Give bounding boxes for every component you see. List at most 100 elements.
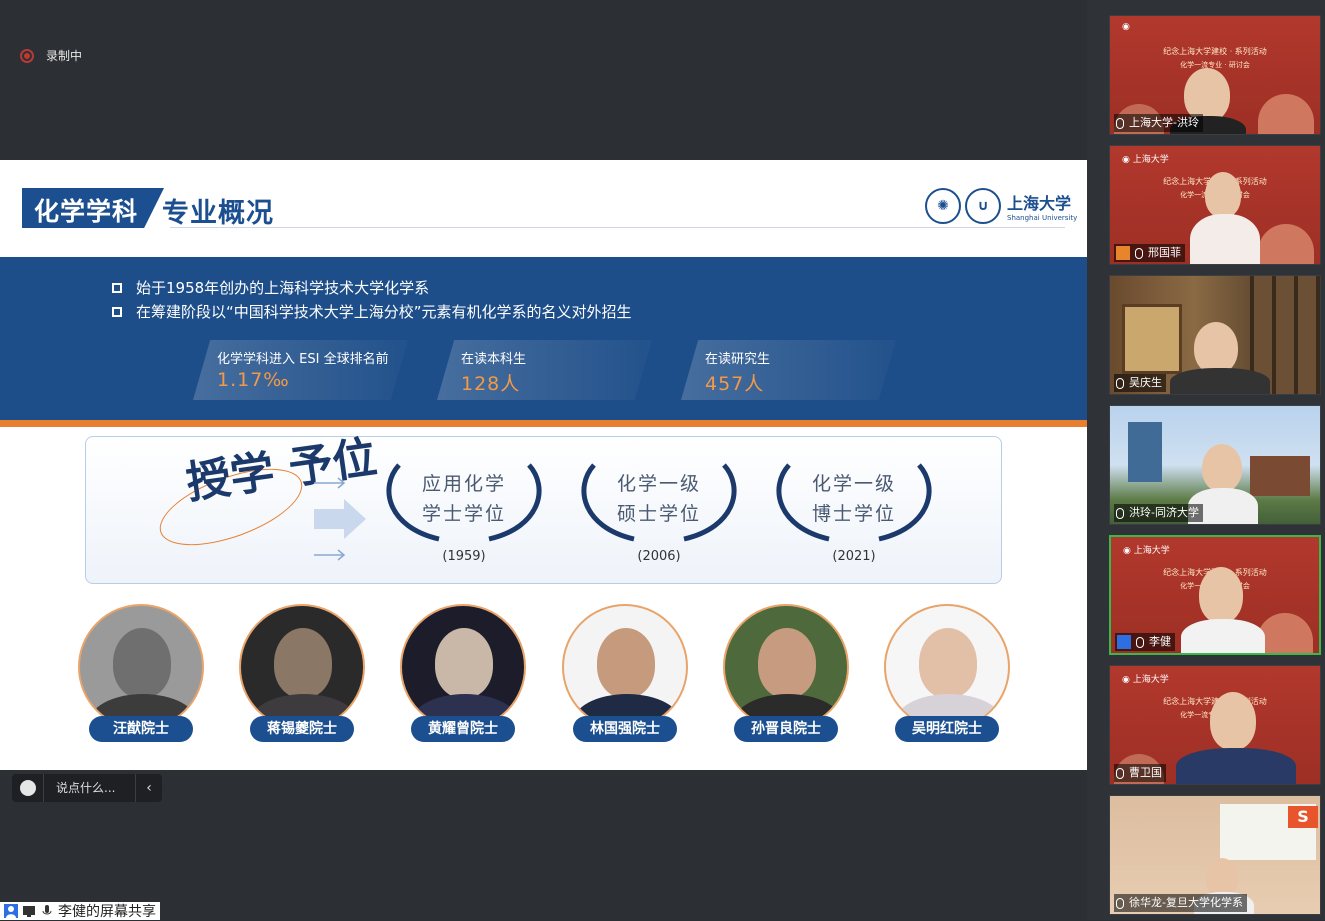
academician-card: 黄耀曾院士 (398, 604, 528, 742)
participant-tile[interactable]: S 徐华龙-复旦大学化学系 (1109, 795, 1321, 915)
academician-name: 汪猷院士 (89, 716, 193, 742)
participant-label: 洪玲-同济大学 (1114, 504, 1203, 522)
academician-name: 孙晋良院士 (734, 716, 838, 742)
participant-tile-active[interactable]: ◉ 上海大学 纪念上海大学建校 · 系列活动 化学一流专业 · 研讨会 李健 (1109, 535, 1321, 655)
participant-name: 李健 (1149, 635, 1171, 648)
academician-name: 林国强院士 (573, 716, 677, 742)
user-icon (4, 904, 18, 918)
banner-logo-icon: ◉ (1122, 22, 1130, 32)
participant-tile[interactable]: ◉ 上海大学 纪念上海大学建校 · 系列活动 化学一流专业 · 研讨会 曹卫国 (1109, 665, 1321, 785)
bullet-square-icon (112, 306, 122, 317)
microphone-icon (1116, 507, 1124, 519)
degree-master: 化学一级 硕士学位 (2006) (574, 457, 744, 567)
banner-logo-icon: ◉ 上海大学 (1123, 546, 1170, 556)
microphone-icon (1116, 117, 1124, 129)
degree-panel: 授学 予位 应用化学 学士学位 (1959) 化学一级 硕士学位 (2006) … (85, 432, 1002, 584)
laurel-wreath-icon (386, 463, 542, 542)
science-tech-logo-icon: ✺ (925, 188, 961, 224)
participant-label: 徐华龙-复旦大学化学系 (1114, 894, 1247, 912)
academician-photo (239, 604, 365, 730)
degree-bachelor: 应用化学 学士学位 (1959) (379, 457, 549, 567)
shu-logo-icon: ∪ (965, 188, 1001, 224)
degree-year: (1959) (442, 549, 486, 564)
stat-undergrad: 在读本科生 128人 (437, 340, 652, 400)
recording-indicator: 录制中 (20, 47, 82, 64)
history-bullet: 始于1958年创办的上海科学技术大学化学系 (112, 277, 429, 298)
bullet-text: 始于1958年创办的上海科学技术大学化学系 (136, 279, 430, 297)
participant-tile[interactable]: 吴庆生 (1109, 275, 1321, 395)
academician-photo (562, 604, 688, 730)
participant-label: 上海大学-洪玲 (1114, 114, 1203, 132)
presentation-slide: 化学学科 专业概况 ✺ ∪ 上海大学 Shanghai University 始… (0, 160, 1087, 770)
collapse-chevron-icon[interactable]: ‹ (136, 780, 162, 796)
academician-photo (400, 604, 526, 730)
banner-logo-icon: ◉ 上海大学 (1122, 675, 1169, 685)
academician-card: 林国强院士 (560, 604, 690, 742)
participant-name: 徐华龙-复旦大学化学系 (1129, 896, 1243, 909)
logo-english-name: Shanghai University (1007, 214, 1078, 222)
chat-input[interactable]: 说点什么... (44, 774, 136, 802)
microphone-icon (42, 905, 52, 915)
participant-name: 邢国菲 (1148, 246, 1181, 259)
stat-label: 化学学科进入 ESI 全球排名前 (217, 352, 389, 367)
academician-card: 吴明红院士 (882, 604, 1012, 742)
participant-label: 曹卫国 (1114, 764, 1166, 782)
stat-value: 1.17‰ (217, 369, 290, 391)
avatar-icon (1116, 246, 1130, 260)
participant-name: 上海大学-洪玲 (1129, 116, 1199, 129)
stat-graduate: 在读研究生 457人 (681, 340, 896, 400)
participant-tile[interactable]: 洪玲-同济大学 (1109, 405, 1321, 525)
recording-label: 录制中 (46, 49, 83, 63)
banner-logo-icon: ◉ 上海大学 (1122, 155, 1169, 165)
sogou-logo-icon: S (1288, 806, 1318, 828)
academician-name: 蒋锡夔院士 (250, 716, 354, 742)
shared-screen-area: 录制中 化学学科 专业概况 ✺ ∪ 上海大学 Shanghai Universi… (0, 0, 1087, 920)
degree-doctor: 化学一级 博士学位 (2021) (769, 457, 939, 567)
degree-year: (2021) (832, 549, 876, 564)
avatar-icon (1117, 635, 1131, 649)
share-owner-label: 李健的屏幕共享 (58, 904, 156, 920)
history-bullet: 在筹建阶段以“中国科学技术大学上海分校”元素有机化学系的名义对外招生 (112, 301, 632, 322)
microphone-icon (1135, 247, 1143, 259)
academician-photo (78, 604, 204, 730)
microphone-icon (1116, 767, 1124, 779)
participant-panel[interactable]: ◉ 纪念上海大学建校 · 系列活动 化学一流专业 · 研讨会 上海大学-洪玲 ◉… (1087, 0, 1325, 920)
record-icon (20, 48, 34, 63)
chat-input-bar[interactable]: 说点什么... ‹ (12, 774, 162, 802)
academician-photo (884, 604, 1010, 730)
microphone-icon (1116, 897, 1124, 909)
bullet-square-icon (112, 282, 122, 293)
banner-line2: 化学一流专业 · 研讨会 (1180, 61, 1250, 69)
title-divider (170, 227, 1065, 228)
stat-esi: 化学学科进入 ESI 全球排名前 1.17‰ (193, 340, 408, 400)
microphone-icon (1116, 377, 1124, 389)
logo-chinese-name: 上海大学 (1007, 194, 1072, 213)
participant-tile[interactable]: ◉ 纪念上海大学建校 · 系列活动 化学一流专业 · 研讨会 上海大学-洪玲 (1109, 15, 1321, 135)
participant-name: 曹卫国 (1129, 766, 1162, 779)
participant-tile[interactable]: ◉ 上海大学 纪念上海大学建校 · 系列活动 化学一流专业 · 研讨会 邢国菲 (1109, 145, 1321, 265)
banner-line1: 纪念上海大学建校 · 系列活动 (1163, 47, 1267, 56)
participant-name: 洪玲-同济大学 (1129, 506, 1199, 519)
academician-name: 黄耀曾院士 (411, 716, 515, 742)
participant-label: 邢国菲 (1114, 244, 1185, 262)
participant-label: 李健 (1115, 633, 1175, 651)
laurel-wreath-icon (776, 463, 932, 542)
slide-title-right: 专业概况 (162, 198, 275, 229)
screen-share-icon (23, 906, 35, 917)
academician-photo (723, 604, 849, 730)
stat-label: 在读本科生 (461, 352, 527, 367)
academician-card: 孙晋良院士 (721, 604, 851, 742)
academician-name: 吴明红院士 (895, 716, 999, 742)
academician-card: 汪猷院士 (76, 604, 206, 742)
slide-title: 化学学科 专业概况 (22, 188, 275, 229)
screen-share-label: 李健的屏幕共享 (0, 902, 160, 920)
arrow-icon (314, 477, 366, 561)
stat-value: 128人 (461, 373, 521, 395)
participant-name: 吴庆生 (1129, 376, 1162, 389)
university-logos: ✺ ∪ 上海大学 Shanghai University (925, 188, 1077, 224)
participant-label: 吴庆生 (1114, 374, 1166, 392)
emoji-button[interactable] (12, 774, 44, 802)
laurel-wreath-icon (581, 463, 737, 542)
orange-divider (0, 420, 1087, 427)
degree-year: (2006) (637, 549, 681, 564)
